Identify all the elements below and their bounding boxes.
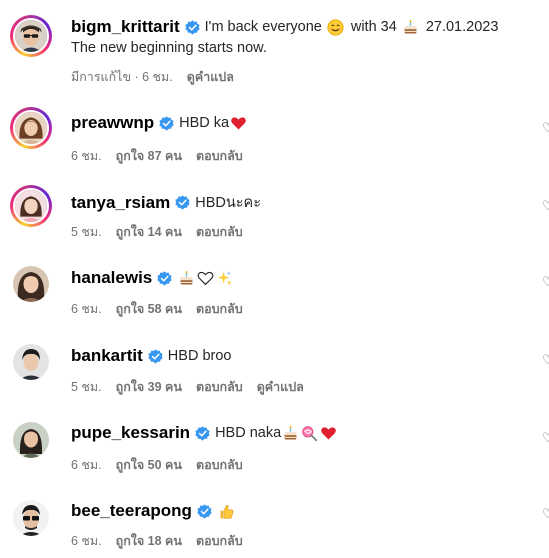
reply-button[interactable]: ตอบกลับ (196, 455, 243, 475)
comment-text: HBDนะคะ (195, 195, 262, 211)
lollipop-emoji-icon (301, 425, 318, 442)
comment-text: HBD ka (179, 115, 230, 131)
commenter-avatar[interactable] (10, 341, 52, 383)
white-heart-emoji-icon (197, 270, 214, 287)
comment-line: bee_teerapong (71, 501, 236, 521)
caption-username[interactable]: bigm_krittarit (71, 17, 180, 37)
commenter-avatar[interactable] (10, 497, 52, 539)
caption-text-a: I'm back everyone (204, 19, 322, 35)
verified-badge-icon (195, 425, 210, 441)
comment-likes[interactable]: ถูกใจ 50 คน (116, 455, 182, 475)
comment-item: pupe_kessarin HBD naka 6 ชม. ถูกใจ 50 คน… (0, 415, 549, 485)
author-avatar[interactable] (10, 15, 52, 57)
comment-likes[interactable]: ถูกใจ 14 คน (116, 222, 182, 242)
comment-item: hanalewis 6 ชม. ถูกใจ 58 คน ตอบกลับ ♡ (0, 259, 549, 329)
comment-username[interactable]: bee_teerapong (71, 501, 192, 521)
comment-line: pupe_kessarin HBD naka (71, 423, 338, 443)
translate-button[interactable]: ดูคำแปล (187, 67, 234, 87)
comment-line: hanalewis (71, 268, 234, 288)
sparkles-emoji-icon (216, 270, 233, 287)
red-heart-emoji-icon (230, 115, 247, 132)
comment-likes[interactable]: ถูกใจ 87 คน (116, 146, 182, 166)
comment-time[interactable]: 6 ชม. (71, 531, 102, 551)
cake-emoji-icon (402, 19, 419, 36)
comment-item: preawwnp HBD ka 6 ชม. ถูกใจ 87 คน ตอบกลั… (0, 103, 549, 173)
verified-badge-icon (175, 195, 190, 210)
smile-emoji-icon (327, 18, 344, 36)
caption-line: bigm_krittarit I'm back everyone with 34… (71, 17, 498, 37)
caption-text-c: 27.01.2023 (425, 19, 499, 35)
caption-block: bigm_krittarit I'm back everyone with 34… (0, 0, 549, 90)
verified-badge-icon (157, 270, 172, 286)
comment-line: bankartit HBD broo (71, 346, 231, 366)
comment-meta: 6 ชม. ถูกใจ 50 คน ตอบกลับ (71, 455, 257, 475)
commenter-avatar[interactable] (10, 185, 52, 227)
comment-text: HBD naka (215, 425, 282, 441)
edited-label: มีการแก้ไข · 6 ชม. (71, 70, 173, 84)
comment-meta: 5 ชม. ถูกใจ 14 คน ตอบกลับ (71, 222, 257, 242)
commenter-avatar[interactable] (10, 263, 52, 305)
comment-meta: 6 ชม. ถูกใจ 18 คน ตอบกลับ (71, 531, 257, 551)
comment-time[interactable]: 5 ชม. (71, 377, 102, 397)
comment-text: HBD broo (167, 348, 232, 364)
comment-username[interactable]: bankartit (71, 346, 143, 366)
like-heart-icon[interactable]: ♡ (542, 507, 549, 521)
comment-username[interactable]: preawwnp (71, 113, 154, 133)
verified-badge-icon (148, 348, 163, 364)
verified-badge-icon (185, 19, 200, 35)
comment-item: tanya_rsiam HBDนะคะ 5 ชม. ถูกใจ 14 คน ตอ… (0, 181, 549, 251)
like-heart-icon[interactable]: ♡ (542, 121, 549, 135)
thumbs-up-emoji-icon (218, 503, 235, 520)
comment-line: preawwnp HBD ka (71, 113, 248, 133)
verified-badge-icon (159, 115, 174, 131)
comment-time[interactable]: 6 ชม. (71, 455, 102, 475)
like-heart-icon[interactable]: ♡ (542, 353, 549, 367)
comment-likes[interactable]: ถูกใจ 58 คน (116, 299, 182, 319)
caption-line-2: The new beginning starts now. (71, 40, 267, 56)
caption-meta: มีการแก้ไข · 6 ชม. ดูคำแปล (71, 67, 248, 87)
comment-username[interactable]: pupe_kessarin (71, 423, 190, 443)
red-heart-emoji-icon (320, 425, 337, 442)
reply-button[interactable]: ตอบกลับ (196, 531, 243, 551)
comment-likes[interactable]: ถูกใจ 18 คน (116, 531, 182, 551)
comment-meta: 6 ชม. ถูกใจ 58 คน ตอบกลับ (71, 299, 257, 319)
commenter-avatar[interactable] (10, 107, 52, 149)
comment-meta: 6 ชม. ถูกใจ 87 คน ตอบกลับ (71, 146, 257, 166)
like-heart-icon[interactable]: ♡ (542, 199, 549, 213)
comment-line: tanya_rsiam HBDนะคะ (71, 191, 261, 214)
comment-time[interactable]: 5 ชม. (71, 222, 102, 242)
reply-button[interactable]: ตอบกลับ (196, 222, 243, 242)
comment-item: bee_teerapong 6 ชม. ถูกใจ 18 คน ตอบกลับ … (0, 493, 549, 558)
like-heart-icon[interactable]: ♡ (542, 275, 549, 289)
comment-time[interactable]: 6 ชม. (71, 146, 102, 166)
reply-button[interactable]: ตอบกลับ (196, 146, 243, 166)
cake-emoji-icon (178, 270, 195, 287)
translate-button[interactable]: ดูคำแปล (257, 377, 304, 397)
comment-username[interactable]: tanya_rsiam (71, 193, 170, 213)
comment-item: bankartit HBD broo 5 ชม. ถูกใจ 39 คน ตอบ… (0, 337, 549, 407)
comment-username[interactable]: hanalewis (71, 268, 152, 288)
caption-text-b: with 34 (350, 19, 397, 35)
reply-button[interactable]: ตอบกลับ (196, 299, 243, 319)
comment-meta: 5 ชม. ถูกใจ 39 คน ตอบกลับ ดูคำแปล (71, 377, 318, 397)
reply-button[interactable]: ตอบกลับ (196, 377, 243, 397)
like-heart-icon[interactable]: ♡ (542, 431, 549, 445)
commenter-avatar[interactable] (10, 419, 52, 461)
verified-badge-icon (197, 503, 212, 519)
comment-time[interactable]: 6 ชม. (71, 299, 102, 319)
comment-likes[interactable]: ถูกใจ 39 คน (116, 377, 182, 397)
cake-emoji-icon (282, 425, 299, 442)
